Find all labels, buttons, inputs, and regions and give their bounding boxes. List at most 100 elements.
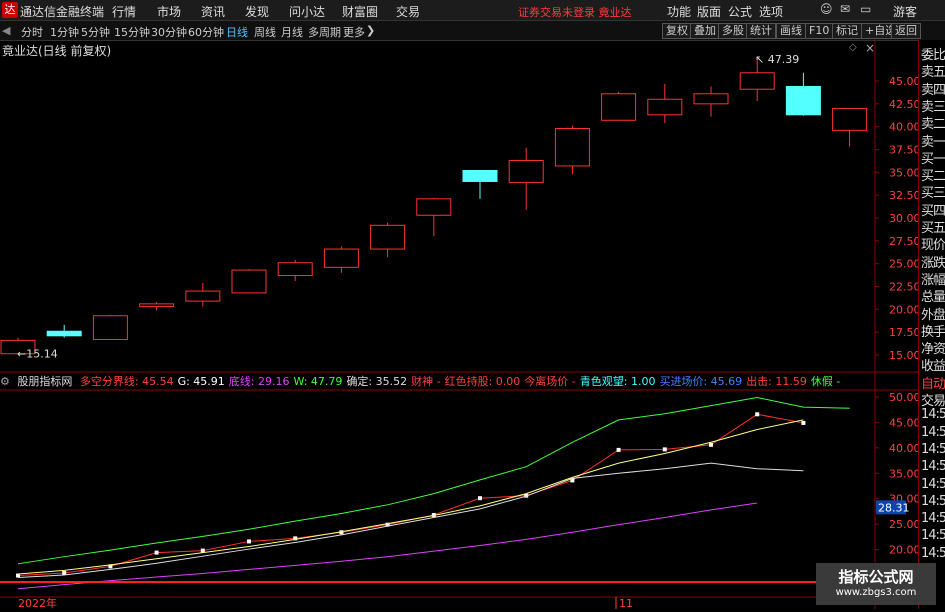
sidebar-item[interactable]: 14:56 <box>921 494 945 509</box>
indicator-tick-label: 35.00 <box>889 467 918 480</box>
sidebar-item[interactable]: 卖四 <box>921 79 945 98</box>
candlestick <box>92 314 128 340</box>
indicator-value: W: 47.79 <box>293 375 343 388</box>
settings-icon[interactable]: ⚙ <box>0 375 10 388</box>
close-icon[interactable]: × <box>865 41 875 55</box>
sidebar-item[interactable]: 14:56 <box>921 528 945 543</box>
sidebar-item[interactable]: 买五 <box>921 217 945 236</box>
menu-layout[interactable]: 版面 <box>697 3 721 20</box>
sidebar-item[interactable]: 14:56 <box>921 477 945 492</box>
sidebar-item[interactable]: 14:56 <box>921 425 945 440</box>
multi-stock-button[interactable]: 多股 <box>718 23 748 39</box>
sidebar-item[interactable]: 自动 <box>921 373 945 392</box>
indicator-value: 财神 - <box>411 375 441 388</box>
period-tab[interactable]: 15分钟 <box>114 24 150 40</box>
sidebar-item[interactable]: 卖二 <box>921 113 945 132</box>
login-notice[interactable]: 证券交易未登录 竟业达 <box>518 4 632 20</box>
candlestick <box>231 269 267 294</box>
guest-label[interactable]: 游客 <box>893 3 917 20</box>
sidebar-item[interactable]: 现价 <box>921 234 945 253</box>
candle-body <box>554 127 590 167</box>
sidebar-item[interactable]: 买一 <box>921 148 945 167</box>
price-tick-label: 35.00 <box>889 166 918 179</box>
indicator-value: 红色持股: 0.00 <box>444 375 521 388</box>
sidebar-item[interactable]: 卖五 <box>921 61 945 80</box>
period-tab-active[interactable]: 日线 <box>226 24 248 40</box>
candle-body <box>323 248 359 268</box>
price-tick-label: 42.50 <box>889 98 918 111</box>
candle-body <box>231 269 267 294</box>
menu-item[interactable]: 发现 <box>245 3 269 20</box>
price-tick-label: 45.00 <box>889 75 918 88</box>
chart-svg[interactable]: 45.00 42.50 40.00 37.50 35.00 32.50 30.00 27.50… <box>0 40 921 610</box>
period-tab[interactable]: 30分钟 <box>151 24 187 40</box>
indicator-marker <box>662 447 667 452</box>
menu-item[interactable]: 财富圈 <box>342 3 378 20</box>
indicator-value: 休假 - <box>810 375 841 388</box>
stats-button[interactable]: 统计 <box>746 23 776 39</box>
period-tab[interactable]: 60分钟 <box>188 24 224 40</box>
indicator-value: 买进场价: 45.69 <box>659 375 743 388</box>
menu-item[interactable]: 资讯 <box>201 3 225 20</box>
menu-formula[interactable]: 公式 <box>728 3 752 20</box>
sidebar-item[interactable]: 涨幅 <box>921 269 945 288</box>
indicator-line <box>17 396 850 565</box>
screen-icon[interactable]: ▭ <box>860 2 871 16</box>
indicator-tick-label: 25.00 <box>889 518 918 531</box>
overlay-button[interactable]: 叠加 <box>690 23 720 39</box>
chevron-right-icon[interactable]: ❯ <box>366 24 375 37</box>
period-tab[interactable]: 5分钟 <box>81 24 110 40</box>
sidebar-item[interactable]: 14:56 <box>921 407 945 422</box>
period-tab[interactable]: 周线 <box>254 24 276 40</box>
period-tab[interactable]: 1分钟 <box>50 24 79 40</box>
sidebar-item[interactable]: 总量 <box>921 286 945 305</box>
mark-button[interactable]: 标记 <box>832 23 862 39</box>
return-button[interactable]: 返回 <box>891 23 921 39</box>
price-tick-label: 15.00 <box>889 349 918 362</box>
f10-button[interactable]: F10 <box>805 23 834 39</box>
sidebar-item[interactable]: 卖三 <box>921 96 945 115</box>
sidebar-item[interactable]: 14:56 <box>921 511 945 526</box>
sidebar-item[interactable]: 14:56 <box>921 459 945 474</box>
candle-body <box>832 107 868 131</box>
sidebar-item[interactable]: 净资 <box>921 338 945 357</box>
back-icon[interactable]: ◀ <box>2 24 10 37</box>
candle-body <box>785 85 821 116</box>
sidebar-item[interactable]: 外盘 <box>921 304 945 323</box>
menu-function[interactable]: 功能 <box>667 3 691 20</box>
mail-icon[interactable]: ✉ <box>840 2 850 16</box>
sidebar-item[interactable]: 14:56 <box>921 442 945 457</box>
sidebar-item[interactable]: 卖一 <box>921 131 945 150</box>
sidebar-item[interactable]: 换手 <box>921 321 945 340</box>
period-tab-more[interactable]: 更多 <box>343 24 365 40</box>
diamond-icon[interactable]: ◇ <box>849 42 857 53</box>
sidebar-item[interactable]: 交易 <box>921 390 945 409</box>
sidebar-item[interactable]: 涨跌 <box>921 252 945 271</box>
sidebar-item[interactable]: 买二 <box>921 165 945 184</box>
current-value-text: 28.31 <box>878 501 910 514</box>
period-tab[interactable]: 月线 <box>281 24 303 40</box>
period-toolbar: ◀ 分时 1分钟 5分钟 15分钟 30分钟 60分钟 日线 周线 月线 多周期… <box>0 21 945 41</box>
menu-item[interactable]: 市场 <box>157 3 181 20</box>
sidebar-item[interactable]: 委比 <box>921 44 945 63</box>
period-tab[interactable]: 多周期 <box>308 24 341 40</box>
user-icon[interactable]: ☺ <box>820 2 833 16</box>
draw-button[interactable]: 画线 <box>776 23 806 39</box>
indicator-name[interactable]: 股朋指标网 <box>17 375 72 388</box>
candle-body <box>277 262 313 277</box>
menu-item[interactable]: 问小达 <box>289 3 325 20</box>
sidebar-item[interactable]: 买四 <box>921 200 945 219</box>
candle-body <box>370 224 406 250</box>
indicator-value: 多空分界线: 45.54 <box>79 375 174 388</box>
menu-options[interactable]: 选项 <box>759 3 783 20</box>
sidebar-item[interactable]: 买三 <box>921 182 945 201</box>
price-tick-label: 37.50 <box>889 144 918 157</box>
adjust-button[interactable]: 复权 <box>662 23 692 39</box>
period-tab[interactable]: 分时 <box>21 24 43 40</box>
sidebar-item[interactable]: 14:56 <box>921 546 945 561</box>
sidebar-item[interactable]: 收益 <box>921 355 945 374</box>
menu-item[interactable]: 交易 <box>396 3 420 20</box>
indicator-tick-label: 40.00 <box>889 442 918 455</box>
indicator-header: ⚙ 股朋指标网 多空分界线: 45.54 G: 45.91 底线: 29.16 W: … <box>0 373 848 389</box>
menu-item[interactable]: 行情 <box>112 3 136 20</box>
